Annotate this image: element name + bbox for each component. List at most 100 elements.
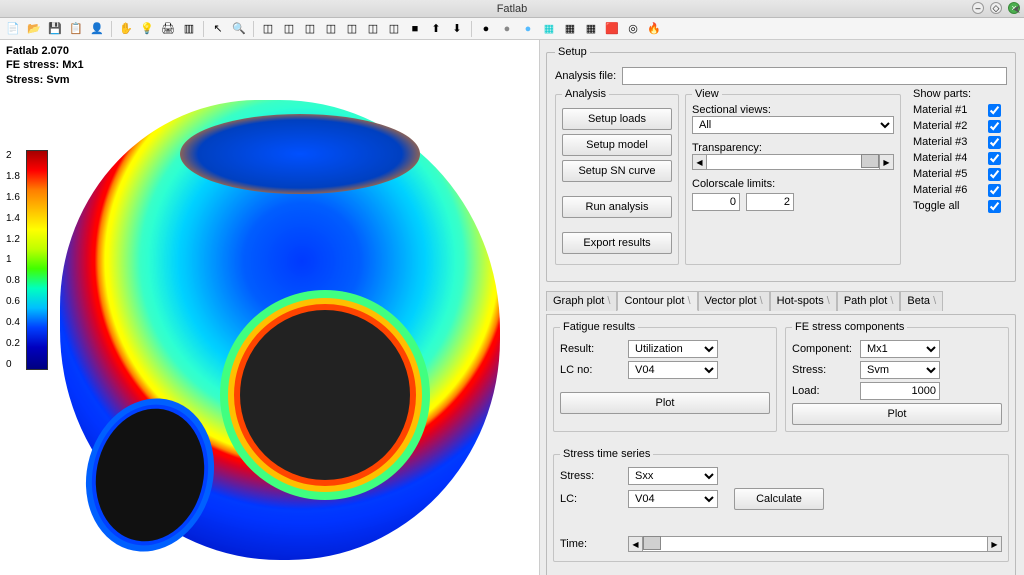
fatigue-plot-button[interactable]: Plot bbox=[560, 392, 770, 414]
pointer-icon[interactable]: ↖ bbox=[209, 20, 227, 38]
part-checkbox[interactable] bbox=[988, 120, 1001, 133]
time-right-arrow-icon[interactable]: ▶ bbox=[987, 537, 1001, 551]
analysis-file-input[interactable] bbox=[622, 67, 1007, 85]
viewport-3d[interactable]: Fatlab 2.070 FE stress: Mx1 Stress: Svm … bbox=[0, 40, 539, 575]
panel-collapse-icon[interactable]: ⮜ bbox=[1013, 4, 1020, 15]
solid-cube-icon[interactable]: ■ bbox=[406, 20, 424, 38]
window-maximize-button[interactable]: ◇ bbox=[990, 2, 1002, 14]
analysis-file-label: Analysis file: bbox=[555, 70, 616, 82]
tab-graph-plot[interactable]: Graph plot \ bbox=[546, 291, 617, 311]
flame-icon[interactable]: 🔥 bbox=[645, 20, 663, 38]
part-checkbox[interactable] bbox=[988, 200, 1001, 213]
analysis-group: Analysis Setup loads Setup model Setup S… bbox=[555, 88, 679, 265]
vp-stress: Stress: Svm bbox=[6, 73, 84, 87]
calculate-button[interactable]: Calculate bbox=[734, 488, 824, 510]
part-label: Material #4 bbox=[913, 152, 967, 164]
colorbar-tick: 1.2 bbox=[6, 234, 20, 245]
setup-loads-button[interactable]: Setup loads bbox=[562, 108, 672, 130]
doc-icon[interactable]: 📄 bbox=[4, 20, 22, 38]
ts-lc-select[interactable]: V04 bbox=[628, 490, 718, 508]
colorbar-tick: 0.6 bbox=[6, 296, 20, 307]
slider-left-arrow-icon[interactable]: ◀ bbox=[693, 155, 707, 169]
time-slider[interactable]: ◀ ▶ bbox=[628, 536, 1002, 552]
ts-stress-select[interactable]: Sxx bbox=[628, 467, 718, 485]
part-checkbox[interactable] bbox=[988, 168, 1001, 181]
setup-group: Setup Analysis file: Analysis Setup load… bbox=[546, 46, 1016, 282]
cube2-icon[interactable]: ◫ bbox=[280, 20, 298, 38]
cube5-icon[interactable]: ◫ bbox=[343, 20, 361, 38]
parts-group: Show parts: Material #1Material #2Materi… bbox=[907, 88, 1007, 265]
grid4-icon[interactable]: ▦ bbox=[561, 20, 579, 38]
dot2-icon[interactable]: ● bbox=[498, 20, 516, 38]
grid9-icon[interactable]: ▦ bbox=[582, 20, 600, 38]
component-label: Component: bbox=[792, 343, 854, 355]
stress-select[interactable]: Svm bbox=[860, 361, 940, 379]
grid-cyan-icon[interactable]: ▦ bbox=[540, 20, 558, 38]
part-label: Material #3 bbox=[913, 136, 967, 148]
cube6-icon[interactable]: ◫ bbox=[364, 20, 382, 38]
colorbar-tick: 0.8 bbox=[6, 275, 20, 286]
open-icon[interactable]: 📂 bbox=[25, 20, 43, 38]
colorscale-label: Colorscale limits: bbox=[692, 178, 894, 190]
tab-beta[interactable]: Beta \ bbox=[900, 291, 943, 311]
colorbar-tick: 0.4 bbox=[6, 317, 20, 328]
colorbar-tick: 1 bbox=[6, 254, 20, 265]
run-analysis-button[interactable]: Run analysis bbox=[562, 196, 672, 218]
copy-icon[interactable]: 📋 bbox=[67, 20, 85, 38]
save-icon[interactable]: 💾 bbox=[46, 20, 64, 38]
cube4-icon[interactable]: ◫ bbox=[322, 20, 340, 38]
load-input[interactable] bbox=[860, 382, 940, 400]
colorscale-max-input[interactable] bbox=[746, 193, 794, 211]
ts-legend: Stress time series bbox=[560, 448, 653, 460]
main-toolbar: 📄 📂 💾 📋 👤 ✋ 💡 🖨 ▥ ↖ 🔍 ◫ ◫ ◫ ◫ ◫ ◫ ◫ ■ ⬆ … bbox=[0, 18, 1024, 40]
hand-icon[interactable]: ✋ bbox=[117, 20, 135, 38]
lcno-select[interactable]: V04 bbox=[628, 361, 718, 379]
view-group: View Sectional views: All Transparency: … bbox=[685, 88, 901, 265]
arrow-down-icon[interactable]: ⬇ bbox=[448, 20, 466, 38]
sectional-select[interactable]: All bbox=[692, 116, 894, 134]
dot1-icon[interactable]: ● bbox=[477, 20, 495, 38]
color-gradient bbox=[26, 150, 48, 370]
festress-plot-button[interactable]: Plot bbox=[792, 403, 1002, 425]
bulb-icon[interactable]: 💡 bbox=[138, 20, 156, 38]
contour-tab-body: Fatigue results Result: Utilization LC n… bbox=[546, 314, 1016, 575]
part-row: Toggle all bbox=[913, 198, 1001, 214]
gridcolor-icon[interactable]: 🟥 bbox=[603, 20, 621, 38]
window-minimize-button[interactable]: – bbox=[972, 2, 984, 14]
setup-sn-button[interactable]: Setup SN curve bbox=[562, 160, 672, 182]
ts-lc-label: LC: bbox=[560, 493, 622, 505]
person-icon[interactable]: 👤 bbox=[88, 20, 106, 38]
tab-hot-spots[interactable]: Hot-spots \ bbox=[770, 291, 837, 311]
cube1-icon[interactable]: ◫ bbox=[259, 20, 277, 38]
part-label: Material #6 bbox=[913, 184, 967, 196]
dot3-icon[interactable]: ● bbox=[519, 20, 537, 38]
part-checkbox[interactable] bbox=[988, 152, 1001, 165]
part-label: Material #2 bbox=[913, 120, 967, 132]
arrow-up-icon[interactable]: ⬆ bbox=[427, 20, 445, 38]
export-results-button[interactable]: Export results bbox=[562, 232, 672, 254]
transparency-label: Transparency: bbox=[692, 142, 894, 154]
plot-tabs: Graph plot \Contour plot \Vector plot \H… bbox=[546, 290, 1016, 310]
printer-icon[interactable]: 🖨 bbox=[159, 20, 177, 38]
tab-contour-plot[interactable]: Contour plot \ bbox=[617, 291, 697, 311]
component-select[interactable]: Mx1 bbox=[860, 340, 940, 358]
tab-vector-plot[interactable]: Vector plot \ bbox=[698, 291, 770, 311]
setup-model-button[interactable]: Setup model bbox=[562, 134, 672, 156]
cube7-icon[interactable]: ◫ bbox=[385, 20, 403, 38]
slider-right-arrow-icon[interactable]: ▶ bbox=[879, 155, 893, 169]
target-icon[interactable]: ◎ bbox=[624, 20, 642, 38]
festress-legend: FE stress components bbox=[792, 321, 907, 333]
colorbar-tick: 2 bbox=[6, 150, 20, 161]
part-checkbox[interactable] bbox=[988, 136, 1001, 149]
tab-path-plot[interactable]: Path plot \ bbox=[837, 291, 901, 311]
part-checkbox[interactable] bbox=[988, 104, 1001, 117]
part-checkbox[interactable] bbox=[988, 184, 1001, 197]
layers-icon[interactable]: ▥ bbox=[180, 20, 198, 38]
time-left-arrow-icon[interactable]: ◀ bbox=[629, 537, 643, 551]
cube3-icon[interactable]: ◫ bbox=[301, 20, 319, 38]
colorscale-min-input[interactable] bbox=[692, 193, 740, 211]
result-select[interactable]: Utilization bbox=[628, 340, 718, 358]
analysis-legend: Analysis bbox=[562, 88, 609, 100]
transparency-slider[interactable]: ◀ ▶ bbox=[692, 154, 894, 170]
zoom-icon[interactable]: 🔍 bbox=[230, 20, 248, 38]
